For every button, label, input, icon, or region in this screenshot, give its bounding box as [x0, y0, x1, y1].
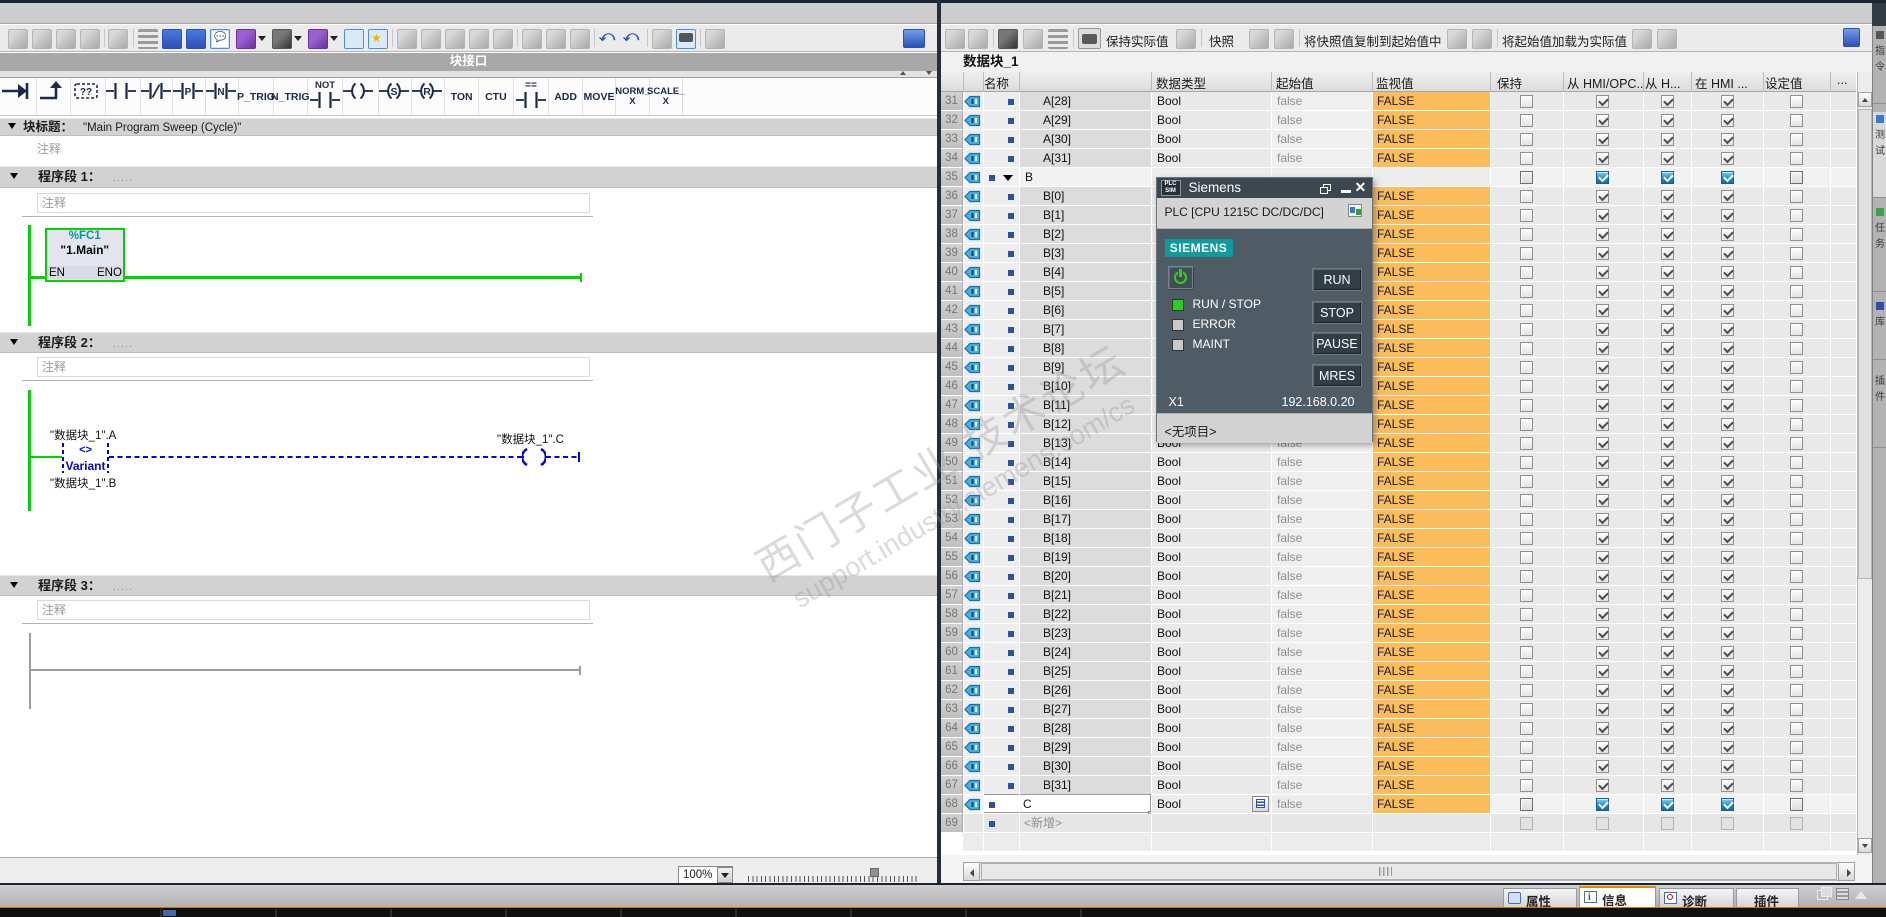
svg-text:S: S — [390, 86, 397, 98]
svg-text:??: ?? — [79, 87, 91, 98]
svg-text:N: N — [217, 87, 224, 98]
svg-text:P: P — [184, 87, 191, 98]
svg-text:R: R — [423, 86, 431, 98]
svg-text:==: == — [525, 80, 537, 91]
svg-text:NOT: NOT — [315, 80, 335, 91]
